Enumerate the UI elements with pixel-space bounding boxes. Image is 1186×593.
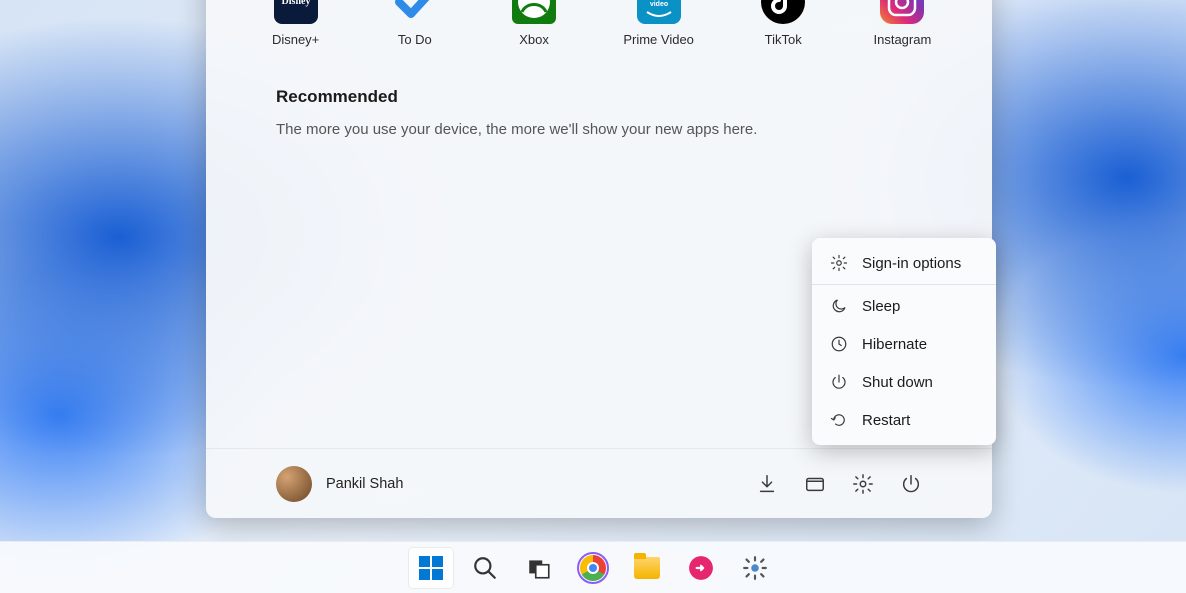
sign-in-options-item[interactable]: Sign-in options <box>812 244 996 282</box>
app-tile-tiktok[interactable]: TikTok <box>754 0 813 47</box>
instagram-icon <box>880 0 924 24</box>
settings-button[interactable] <box>733 548 777 588</box>
chrome-profile-ring <box>577 552 609 584</box>
pinned-apps-row: Disney+ Disney+ To Do Xbox primevideo Pr… <box>206 0 992 57</box>
menu-label: Shut down <box>862 374 933 391</box>
restart-icon <box>830 411 848 429</box>
disney-plus-icon: Disney+ <box>274 0 318 24</box>
power-context-menu: Sign-in options Sleep Hibernate Shut dow… <box>812 238 996 445</box>
app-tile-todo[interactable]: To Do <box>385 0 444 47</box>
settings-icon <box>742 555 768 581</box>
recommended-subtitle: The more you use your device, the more w… <box>276 121 922 138</box>
shut-down-item[interactable]: Shut down <box>812 363 996 401</box>
search-icon <box>472 555 498 581</box>
moon-icon <box>830 297 848 315</box>
user-account-button[interactable]: Pankil Shah <box>276 466 403 502</box>
downloads-icon[interactable] <box>756 473 778 495</box>
app-label: Instagram <box>874 32 932 47</box>
menu-label: Hibernate <box>862 336 927 353</box>
file-explorer-button[interactable] <box>625 548 669 588</box>
app-label: Xbox <box>519 32 549 47</box>
menu-label: Sleep <box>862 298 900 315</box>
taskbar <box>0 541 1186 593</box>
power-icon <box>830 373 848 391</box>
svg-text:video: video <box>649 1 667 8</box>
clock-icon <box>830 335 848 353</box>
avatar <box>276 466 312 502</box>
search-button[interactable] <box>463 548 507 588</box>
chrome-icon <box>580 555 606 581</box>
menu-label: Restart <box>862 412 910 429</box>
svg-text:Disney: Disney <box>281 0 310 7</box>
xbox-icon <box>512 0 556 24</box>
app-tile-disney-plus[interactable]: Disney+ Disney+ <box>266 0 325 47</box>
app-tile-prime-video[interactable]: primevideo Prime Video <box>624 0 694 47</box>
app-tile-xbox[interactable]: Xbox <box>504 0 563 47</box>
gear-icon <box>830 254 848 272</box>
app-label: Prime Video <box>623 32 694 47</box>
prime-video-icon: primevideo <box>637 0 681 24</box>
settings-icon[interactable] <box>852 473 874 495</box>
start-button[interactable] <box>409 548 453 588</box>
app-button-pink[interactable] <box>679 548 723 588</box>
chrome-button[interactable] <box>571 548 615 588</box>
menu-separator <box>812 284 996 285</box>
file-explorer-icon[interactable] <box>804 473 826 495</box>
hibernate-item[interactable]: Hibernate <box>812 325 996 363</box>
circle-app-icon <box>688 555 714 581</box>
power-icon[interactable] <box>900 473 922 495</box>
user-name-label: Pankil Shah <box>326 476 403 492</box>
windows-logo-icon <box>419 556 443 580</box>
app-label: TikTok <box>765 32 802 47</box>
start-menu-footer: Pankil Shah <box>206 448 992 518</box>
todo-icon <box>393 0 437 24</box>
folder-icon <box>634 557 660 579</box>
task-view-icon <box>526 555 552 581</box>
tiktok-icon <box>761 0 805 24</box>
restart-item[interactable]: Restart <box>812 401 996 439</box>
app-tile-instagram[interactable]: Instagram <box>873 0 932 47</box>
app-label: Disney+ <box>272 32 319 47</box>
sleep-item[interactable]: Sleep <box>812 287 996 325</box>
recommended-heading: Recommended <box>276 87 922 107</box>
footer-actions <box>756 473 922 495</box>
menu-label: Sign-in options <box>862 255 961 272</box>
task-view-button[interactable] <box>517 548 561 588</box>
app-label: To Do <box>398 32 432 47</box>
